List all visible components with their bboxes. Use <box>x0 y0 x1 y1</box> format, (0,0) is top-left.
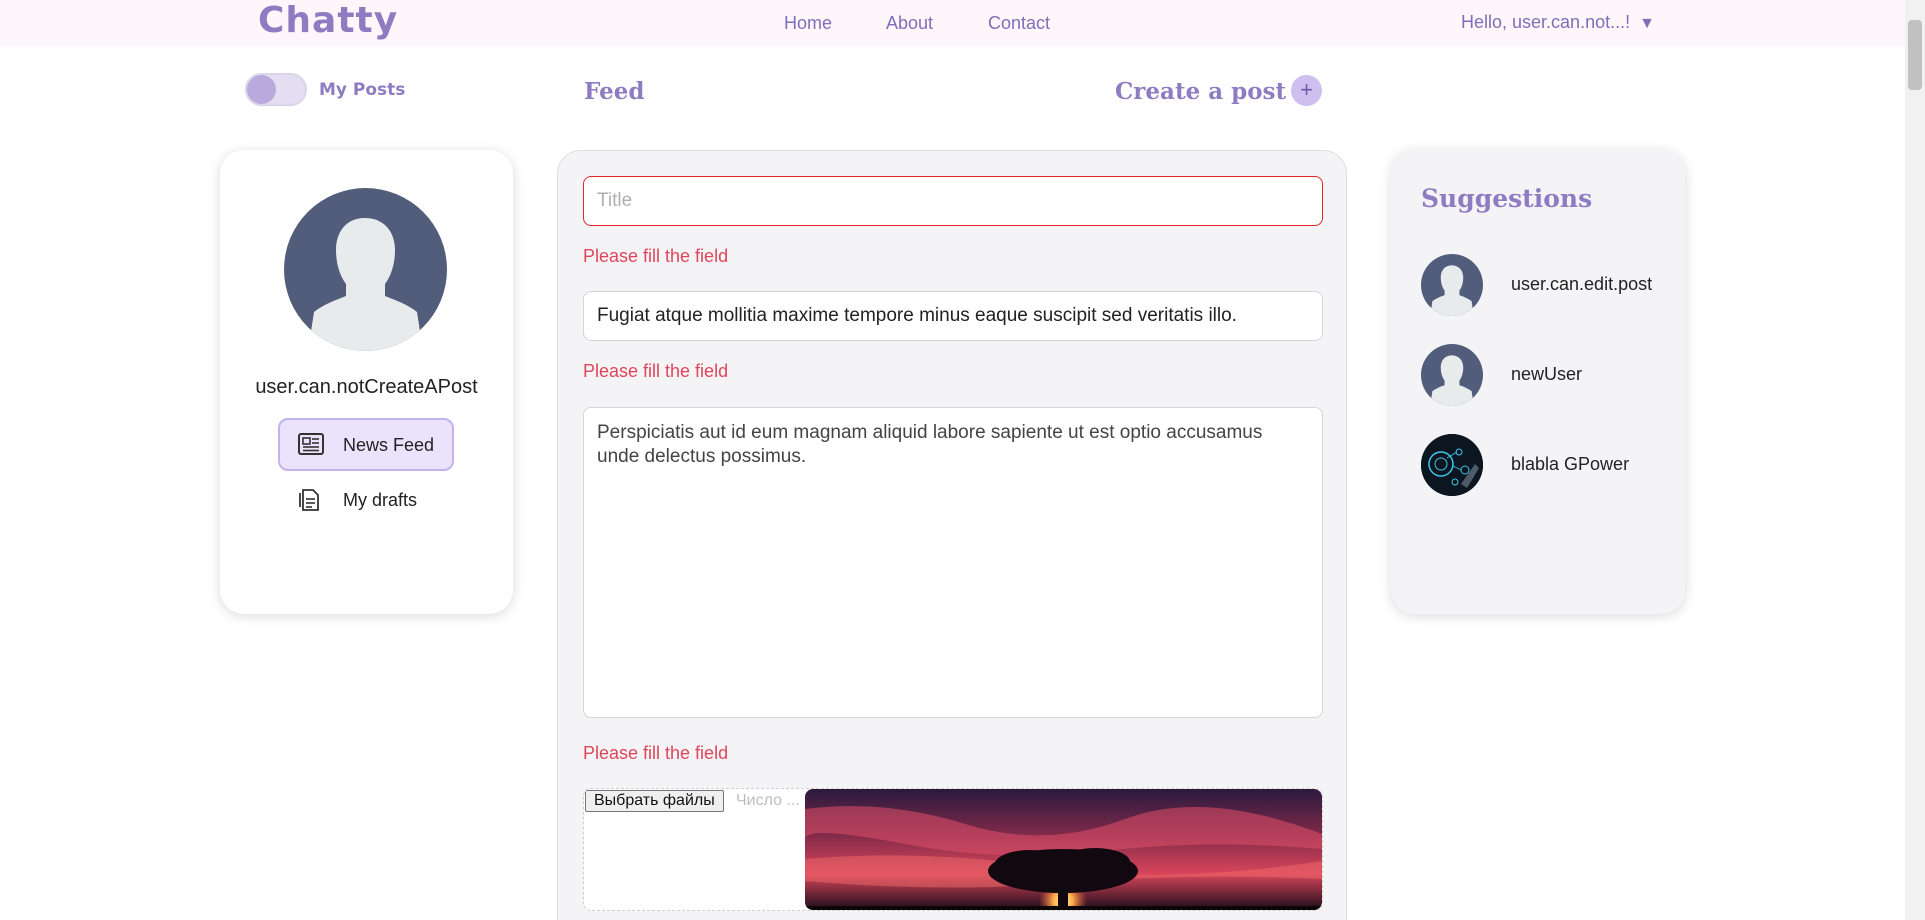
default-avatar-icon <box>308 218 423 351</box>
scrollbar-thumb[interactable] <box>1908 20 1922 90</box>
avatar <box>284 188 447 351</box>
top-header: Chatty Home About Contact Hello, user.ca… <box>0 0 1905 46</box>
page-scrollbar[interactable] <box>1905 0 1925 920</box>
my-posts-label: My Posts <box>319 80 406 100</box>
menu-my-drafts-label: My drafts <box>343 490 418 510</box>
my-posts-toggle[interactable] <box>245 73 307 106</box>
body-error: Please fill the field <box>583 743 729 763</box>
suggestions-card: Suggestions user.can.edit.post newUser b… <box>1391 150 1685 614</box>
nav-home-link[interactable]: Home <box>784 13 832 34</box>
create-post-form: Please fill the field Fugiat atque molli… <box>557 150 1347 920</box>
logo[interactable]: Chatty <box>258 0 398 41</box>
profile-card: user.can.notCreateAPost News Feed My dra… <box>220 150 513 614</box>
suggestion-username[interactable]: user.can.edit.post <box>1511 274 1652 295</box>
image-preview <box>805 789 1322 910</box>
avatar <box>1421 344 1483 406</box>
user-menu[interactable]: Hello, user.can.not...! ▼ <box>1461 12 1655 33</box>
avatar <box>1421 434 1483 496</box>
suggestion-item[interactable]: user.can.edit.post <box>1421 254 1681 318</box>
menu-my-drafts[interactable]: My drafts <box>278 478 454 522</box>
file-count-text: Число ... <box>736 792 800 809</box>
nav-about-link[interactable]: About <box>886 13 933 34</box>
file-dropzone[interactable]: Выбрать файлы Число ... <box>583 788 1323 911</box>
user-greeting: Hello, user.can.not...! <box>1461 12 1631 32</box>
avatar <box>1421 254 1483 316</box>
profile-username: user.can.notCreateAPost <box>255 376 478 398</box>
description-input[interactable]: Fugiat atque mollitia maxime tempore min… <box>583 291 1323 341</box>
suggestion-username[interactable]: newUser <box>1511 364 1582 385</box>
suggestion-item[interactable]: newUser <box>1421 344 1681 408</box>
menu-news-feed-label: News Feed <box>343 435 435 455</box>
feed-title: Feed <box>584 78 645 105</box>
description-error: Please fill the field <box>583 361 729 381</box>
document-icon <box>298 486 320 517</box>
newspaper-icon <box>298 432 324 461</box>
title-input[interactable] <box>583 176 1323 226</box>
default-avatar-icon <box>1430 265 1474 316</box>
suggestions-title: Suggestions <box>1421 184 1593 213</box>
nav-contact-link[interactable]: Contact <box>988 13 1050 34</box>
suggestion-item[interactable]: blabla GPower <box>1421 434 1681 498</box>
body-textarea[interactable]: Perspiciatis aut id eum magnam aliquid l… <box>583 407 1323 718</box>
suggestion-username[interactable]: blabla GPower <box>1511 454 1629 475</box>
menu-news-feed[interactable]: News Feed <box>278 418 454 471</box>
create-post-button[interactable]: + <box>1291 75 1322 106</box>
default-avatar-icon <box>1430 355 1474 406</box>
title-error: Please fill the field <box>583 246 729 266</box>
toggle-knob <box>247 75 276 104</box>
chevron-down-icon: ▼ <box>1639 15 1655 32</box>
sunset-tree-image <box>805 789 1322 910</box>
choose-files-button[interactable]: Выбрать файлы <box>585 790 724 812</box>
create-post-label[interactable]: Create a post <box>1115 78 1286 105</box>
tech-avatar-image <box>1421 434 1483 496</box>
